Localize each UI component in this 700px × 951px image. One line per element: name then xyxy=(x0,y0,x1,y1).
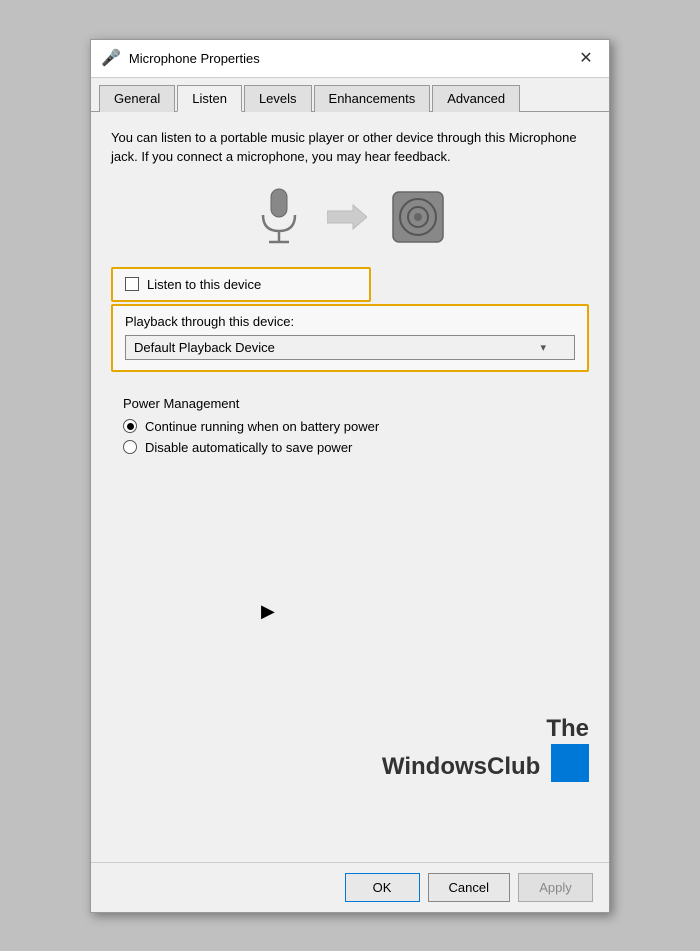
dialog-window: 🎤 Microphone Properties ✕ General Listen… xyxy=(90,39,610,913)
illustration xyxy=(111,187,589,247)
playback-select[interactable]: Default Playback Device ▾ xyxy=(125,335,575,360)
playback-selected-value: Default Playback Device xyxy=(134,340,275,355)
window-title: Microphone Properties xyxy=(129,51,260,66)
button-bar: OK Cancel Apply xyxy=(91,862,609,912)
listen-description: You can listen to a portable music playe… xyxy=(111,128,589,167)
tab-general[interactable]: General xyxy=(99,85,175,112)
apply-button[interactable]: Apply xyxy=(518,873,593,902)
playback-select-wrapper: Default Playback Device ▾ xyxy=(125,335,575,360)
radio-continue-label: Continue running when on battery power xyxy=(145,419,379,434)
radio-row-2: Disable automatically to save power xyxy=(123,440,577,455)
cancel-button[interactable]: Cancel xyxy=(428,873,510,902)
tab-advanced[interactable]: Advanced xyxy=(432,85,520,112)
radio-row-1: Continue running when on battery power xyxy=(123,419,577,434)
radio-continue-running[interactable] xyxy=(123,419,137,433)
windows-club-icon xyxy=(551,744,589,782)
listen-to-device-label: Listen to this device xyxy=(147,277,261,292)
tab-content: You can listen to a portable music playe… xyxy=(91,112,609,862)
tab-levels[interactable]: Levels xyxy=(244,85,312,112)
power-management-title: Power Management xyxy=(123,396,577,411)
arrow-illustration xyxy=(327,203,367,231)
speaker-illustration xyxy=(391,190,445,244)
dropdown-arrow-icon: ▾ xyxy=(540,341,546,354)
tab-bar: General Listen Levels Enhancements Advan… xyxy=(91,78,609,112)
listen-to-device-section: Listen to this device xyxy=(111,267,371,302)
listen-checkbox-row: Listen to this device xyxy=(125,277,357,292)
playback-section: Playback through this device: Default Pl… xyxy=(111,304,589,372)
watermark: The WindowsClub xyxy=(382,715,589,782)
cursor: ▶ xyxy=(261,601,275,622)
tab-enhancements[interactable]: Enhancements xyxy=(314,85,431,112)
listen-to-device-checkbox[interactable] xyxy=(125,277,139,291)
microphone-icon: 🎤 xyxy=(101,48,121,68)
radio-disable-auto[interactable] xyxy=(123,440,137,454)
close-button[interactable]: ✕ xyxy=(573,45,599,71)
power-management-section: Power Management Continue running when o… xyxy=(111,388,589,469)
playback-label: Playback through this device: xyxy=(125,314,575,329)
tab-listen[interactable]: Listen xyxy=(177,85,242,112)
title-bar-left: 🎤 Microphone Properties xyxy=(101,48,260,68)
title-bar: 🎤 Microphone Properties ✕ xyxy=(91,40,609,78)
ok-button[interactable]: OK xyxy=(345,873,420,902)
radio-disable-label: Disable automatically to save power xyxy=(145,440,352,455)
microphone-illustration xyxy=(255,187,303,247)
